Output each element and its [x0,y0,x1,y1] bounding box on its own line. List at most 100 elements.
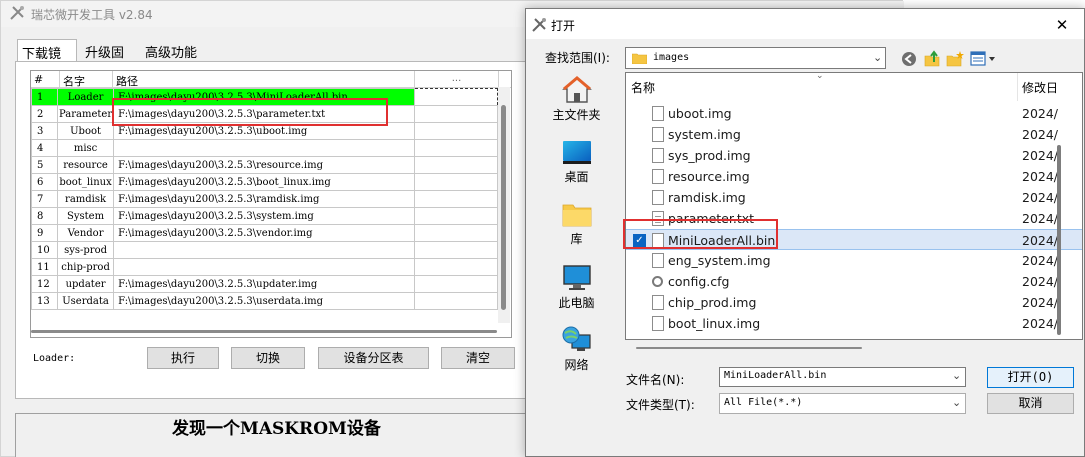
file-list-item[interactable]: ramdisk.img 2024/ [626,187,1082,208]
table-row[interactable]: 13 Userdata F:\images\dayu200\3.2.5.3\user… [31,292,499,310]
image-path[interactable]: F:\images\dayu200\3.2.5.3\ramdisk.img [113,190,416,208]
column-divider[interactable] [1017,73,1018,101]
image-path[interactable]: F:\images\dayu200\3.2.5.3\MiniLoaderAll.… [113,88,416,106]
image-path[interactable]: F:\images\dayu200\3.2.5.3\system.img [113,207,416,225]
file-list-item[interactable]: parameter.txt 2024/ [626,208,1082,229]
place-this-pc[interactable]: 此电脑 [545,262,608,318]
place-label: 网络 [564,358,589,372]
table-row[interactable]: 6 boot_linux F:\images\dayu200\3.2.5.3\boo… [31,173,499,191]
browse-cell[interactable] [414,156,499,174]
file-date-modified: 2024/ [1022,253,1059,268]
chevron-down-icon[interactable]: ⌄ [952,369,961,382]
checkbox-checked-icon[interactable]: ✓ [633,234,646,247]
image-path[interactable] [113,139,416,157]
table-row[interactable]: 5 resource F:\images\dayu200\3.2.5.3\resou… [31,156,499,174]
column-header-path[interactable]: 路径 [113,71,415,88]
column-header-browse[interactable]: ... [415,71,499,87]
table-horizontal-scrollbar[interactable] [31,326,497,336]
image-path[interactable]: F:\images\dayu200\3.2.5.3\vendor.img [113,224,416,242]
browse-cell[interactable] [414,122,499,140]
scrollbar-thumb[interactable] [31,330,497,333]
browse-cell[interactable] [414,258,499,276]
new-folder-icon[interactable] [946,50,964,68]
file-list-item[interactable]: boot_linux.img 2024/ [626,313,1082,334]
file-list-item[interactable]: chip_prod.img 2024/ [626,292,1082,313]
tab-upgrade-firmware[interactable]: 升级固件 [81,39,137,80]
browse-cell[interactable] [414,190,499,208]
clear-button[interactable]: 清空 [441,347,515,369]
table-vertical-scrollbar[interactable] [498,87,510,323]
cancel-button[interactable]: 取消 [987,393,1074,414]
file-date-modified: 2024/ [1022,274,1059,289]
table-row[interactable]: 10 sys-prod [31,241,499,259]
open-button[interactable]: 打开(O) [987,367,1074,388]
file-list-item[interactable]: resource.img 2024/ [626,166,1082,187]
file-name: ramdisk.img [668,190,746,205]
back-icon[interactable] [900,50,918,68]
image-path[interactable] [113,258,416,276]
close-icon[interactable]: ✕ [1050,14,1074,36]
image-path[interactable]: F:\images\dayu200\3.2.5.3\parameter.txt [113,105,416,123]
file-list-scrollbar[interactable] [1057,145,1061,335]
column-header-name[interactable]: 名称 [631,79,655,96]
file-list-item[interactable]: sys_prod.img 2024/ [626,145,1082,166]
file-list-item[interactable]: ✓ MiniLoaderAll.bin 2024/ [626,229,1082,250]
device-partition-table-button[interactable]: 设备分区表 [318,347,429,369]
look-in-dropdown[interactable]: images ⌄ [625,47,886,69]
row-number: 2 [31,105,58,123]
file-icon [652,127,664,142]
browse-cell[interactable] [414,173,499,191]
scrollbar-thumb[interactable] [501,105,506,310]
place-desktop[interactable]: 桌面 [545,136,608,192]
up-folder-icon[interactable] [923,50,941,68]
image-path[interactable]: F:\images\dayu200\3.2.5.3\updater.img [113,275,416,293]
desktop-icon [563,141,591,164]
browse-cell[interactable] [414,241,499,259]
run-button[interactable]: 执行 [147,347,219,369]
table-row[interactable]: 7 ramdisk F:\images\dayu200\3.2.5.3\ramdis… [31,190,499,208]
table-row[interactable]: 1 Loader F:\images\dayu200\3.2.5.3\MiniLoa… [31,88,499,106]
table-row[interactable]: 3 Uboot F:\images\dayu200\3.2.5.3\uboot.im… [31,122,499,140]
image-path[interactable] [113,241,416,259]
place-library[interactable]: 库 [545,198,608,254]
place-network[interactable]: 网络 [545,324,608,380]
browse-cell[interactable] [414,139,499,157]
browse-cell[interactable] [414,105,499,123]
browse-cell[interactable] [414,224,499,242]
loader-label: Loader: [33,353,76,364]
browse-cell[interactable] [414,88,499,106]
tab-download-image[interactable]: 下载镜像 [17,39,77,81]
table-row[interactable]: 12 updater F:\images\dayu200\3.2.5.3\updat… [31,275,499,293]
file-list-item[interactable]: uboot.img 2024/ [626,103,1082,124]
file-name-input[interactable]: MiniLoaderAll.bin [719,367,966,387]
browse-cell[interactable] [414,292,499,310]
table-row[interactable]: 4 misc [31,139,499,157]
image-path[interactable]: F:\images\dayu200\3.2.5.3\userdata.img [113,292,416,310]
table-row[interactable]: 9 Vendor F:\images\dayu200\3.2.5.3\vendor.… [31,224,499,242]
place-home-folder[interactable]: 主文件夹 [545,74,608,130]
file-list-item[interactable]: config.cfg 2024/ [626,271,1082,292]
table-row[interactable]: 8 System F:\images\dayu200\3.2.5.3\system.… [31,207,499,225]
file-list-horizontal-scrollbar[interactable] [636,347,862,349]
tab-advanced-functions[interactable]: 高级功能 [141,39,203,61]
table-row[interactable]: 11 chip-prod [31,258,499,276]
switch-button[interactable]: 切换 [231,347,305,369]
partition-name: chip-prod [56,258,115,276]
column-header-number[interactable]: # [31,71,60,87]
column-header-name[interactable]: 名字 [60,71,113,88]
network-icon [562,326,591,351]
table-header: # 名字 路径 ... [31,71,511,88]
file-type-select[interactable]: All File(*.*) [719,393,966,414]
column-header-date-modified[interactable]: 修改日 [1022,79,1058,96]
browse-cell[interactable] [414,207,499,225]
chevron-down-icon[interactable]: ⌄ [952,396,961,409]
file-list-item[interactable]: eng_system.img 2024/ [626,250,1082,271]
partition-name: resource [56,156,115,174]
image-path[interactable]: F:\images\dayu200\3.2.5.3\uboot.img [113,122,416,140]
image-path[interactable]: F:\images\dayu200\3.2.5.3\resource.img [113,156,416,174]
image-path[interactable]: F:\images\dayu200\3.2.5.3\boot_linux.img [113,173,416,191]
file-list-item[interactable]: system.img 2024/ [626,124,1082,145]
browse-cell[interactable] [414,275,499,293]
table-row[interactable]: 2 Parameter F:\images\dayu200\3.2.5.3\para… [31,105,499,123]
view-menu-icon[interactable] [970,50,998,68]
